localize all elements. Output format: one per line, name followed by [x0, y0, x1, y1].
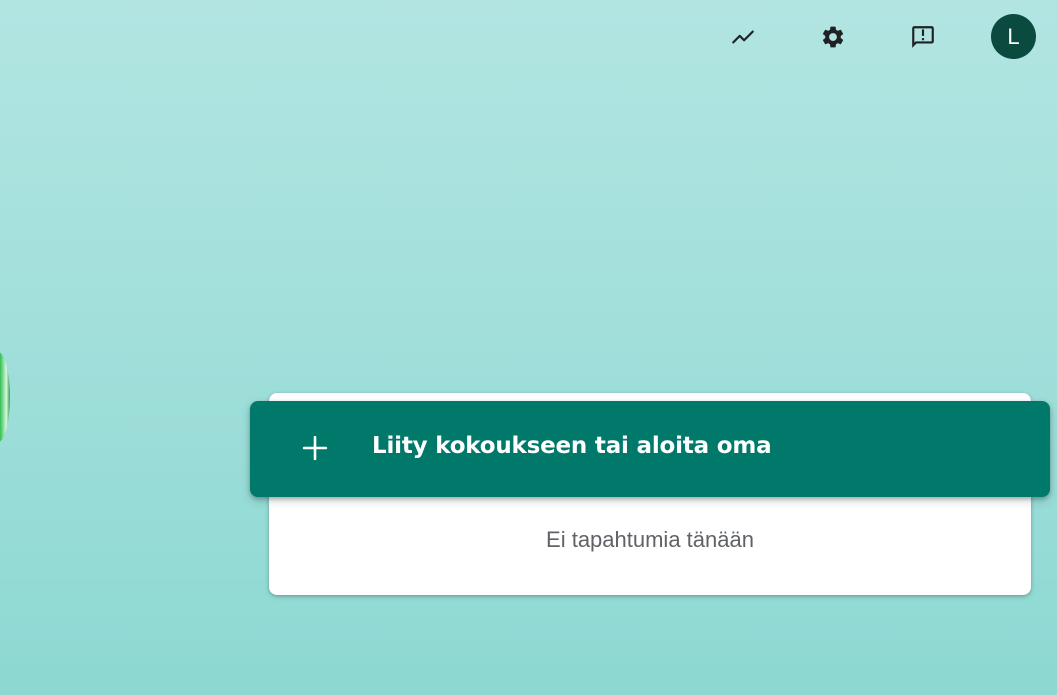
decorative-illustration — [0, 352, 10, 442]
settings-icon[interactable] — [813, 17, 853, 57]
empty-state-text: Ei tapahtumia tänään — [546, 527, 754, 552]
activity-icon[interactable] — [723, 17, 763, 57]
feedback-icon[interactable] — [903, 17, 943, 57]
avatar-initial: L — [1007, 23, 1020, 49]
join-meeting-label: Liity kokoukseen tai aloita oma — [372, 433, 772, 459]
user-avatar[interactable]: L — [991, 14, 1036, 59]
plus-icon — [302, 435, 328, 461]
join-meeting-button[interactable]: Liity kokoukseen tai aloita oma — [250, 401, 1050, 497]
